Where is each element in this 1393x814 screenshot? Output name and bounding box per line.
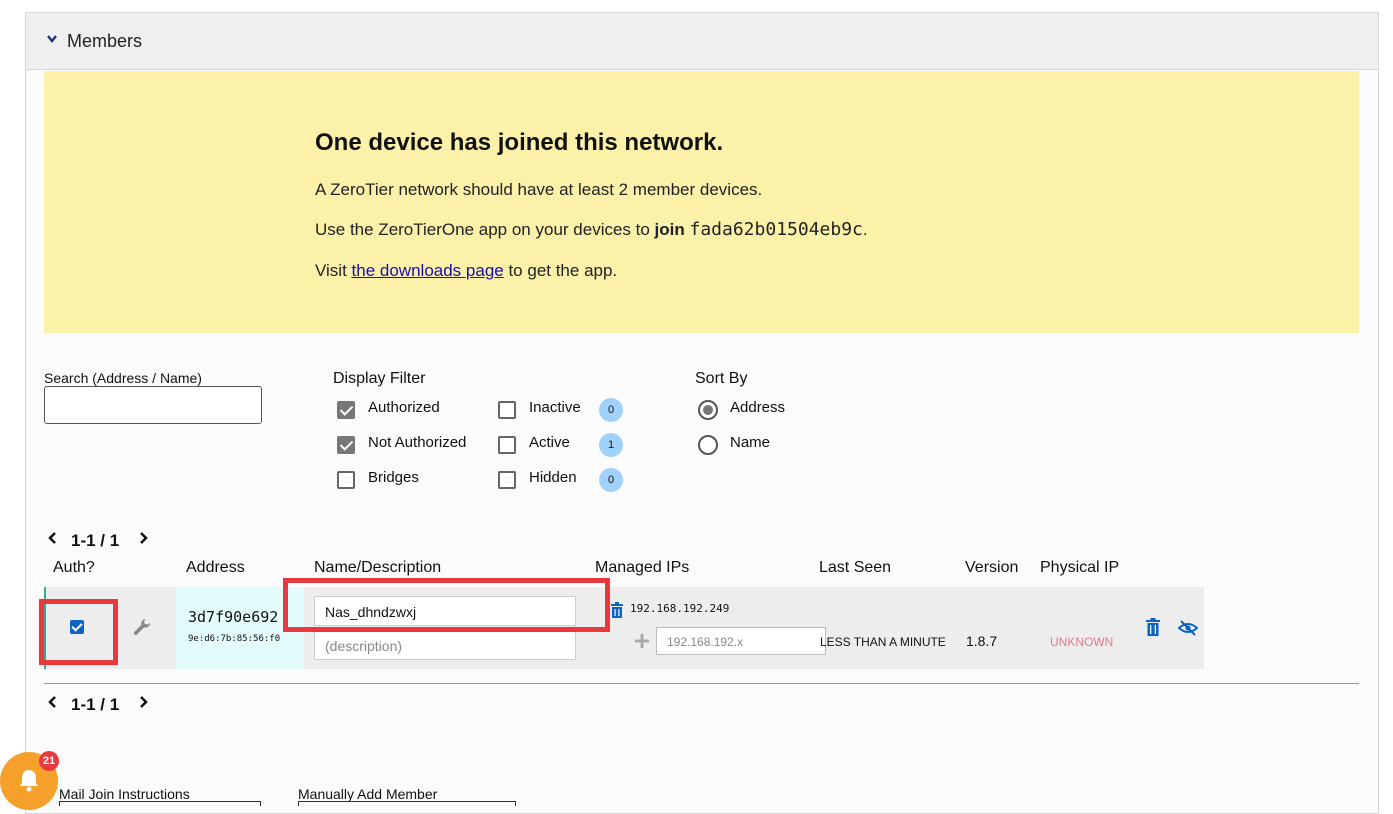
hide-member-icon[interactable] [1178, 620, 1198, 636]
not-authorized-checkbox[interactable] [337, 436, 355, 454]
col-last-seen: Last Seen [819, 559, 892, 576]
bell-icon [20, 770, 38, 792]
next-page-icon[interactable] [138, 532, 148, 544]
join-notice: One device has joined this network. A Ze… [44, 71, 1359, 333]
inactive-label: Inactive [529, 399, 581, 416]
bridges-checkbox[interactable] [337, 471, 355, 489]
last-seen: LESS THAN A MINUTE [820, 635, 946, 649]
network-id: fada62b01504eb9c [689, 219, 863, 240]
pager-top: 1-1 / 1 [71, 531, 120, 550]
section-title: Members [67, 31, 143, 51]
notice-line-1: A ZeroTier network should have at least … [315, 180, 763, 199]
col-name: Name/Description [314, 559, 442, 576]
col-auth: Auth? [53, 559, 95, 576]
notification-count-badge: 21 [39, 751, 59, 771]
active-count-badge: 1 [599, 433, 623, 457]
physical-ip: UNKNOWN [1050, 635, 1114, 649]
new-ip-input[interactable]: 192.168.192.x [656, 627, 826, 655]
chevron-down-icon [47, 35, 57, 44]
trash-ip-icon[interactable] [610, 602, 624, 618]
member-mac: 9e:d6:7b:85:56:f0 [188, 634, 281, 644]
hidden-count-badge: 0 [599, 468, 623, 492]
members-section-header[interactable]: Members [26, 13, 1378, 70]
plus-icon[interactable] [634, 633, 650, 649]
wrench-icon[interactable] [132, 617, 152, 637]
authorized-checkbox[interactable] [337, 401, 355, 419]
join-keyword: join [654, 220, 685, 239]
managed-ip: 192.168.192.249 [630, 602, 730, 615]
col-version: Version [965, 559, 1019, 576]
notice-line-3-prefix: Visit [315, 261, 352, 280]
member-address: 3d7f90e692 [188, 608, 279, 626]
prev-page-icon[interactable] [48, 532, 58, 544]
sort-name-radio[interactable] [698, 435, 718, 455]
hidden-label: Hidden [529, 469, 577, 486]
sort-address-radio[interactable] [698, 400, 718, 420]
members-panel: Members One device has joined this netwo… [25, 12, 1379, 814]
name-highlight [283, 578, 610, 632]
member-description-input[interactable]: (description) [314, 630, 576, 660]
sort-by-title: Sort By [695, 370, 748, 387]
downloads-link[interactable]: the downloads page [352, 261, 504, 280]
col-physical-ip: Physical IP [1040, 559, 1120, 576]
bridges-label: Bridges [368, 469, 419, 486]
search-label: Search (Address / Name) [44, 370, 202, 386]
not-authorized-label: Not Authorized [368, 434, 467, 451]
search-input[interactable] [44, 386, 262, 424]
mail-join-label: Mail Join Instructions [59, 786, 190, 802]
notice-line-2: Use the ZeroTierOne app on your devices … [315, 219, 868, 240]
prev-page-bottom-icon[interactable] [48, 696, 58, 708]
inactive-checkbox[interactable] [498, 401, 516, 419]
notice-heading: One device has joined this network. [315, 129, 724, 156]
display-filter-title: Display Filter [333, 370, 426, 387]
notice-line-2-prefix: Use the ZeroTierOne app on your devices … [315, 220, 655, 239]
member-version: 1.8.7 [966, 633, 998, 649]
table-divider [44, 683, 1359, 684]
active-label: Active [529, 434, 570, 451]
sort-name-label: Name [730, 434, 771, 451]
col-address: Address [186, 559, 245, 576]
table-row: 3d7f90e692 9e:d6:7b:85:56:f0 Nas_dhndzwx… [44, 587, 1204, 669]
manual-add-label: Manually Add Member [298, 786, 438, 802]
delete-member-icon[interactable] [1145, 618, 1161, 636]
sort-address-label: Address [730, 399, 786, 416]
col-managed-ips: Managed IPs [595, 559, 690, 576]
inactive-count-badge: 0 [599, 398, 623, 422]
notice-line-3-suffix: to get the app. [503, 261, 618, 280]
next-page-bottom-icon[interactable] [138, 696, 148, 708]
notice-line-2-suffix: . [862, 220, 868, 239]
authorized-label: Authorized [368, 399, 440, 416]
pager-bottom: 1-1 / 1 [71, 695, 120, 714]
hidden-checkbox[interactable] [498, 471, 516, 489]
notice-line-3: Visit the downloads page to get the app. [315, 261, 617, 281]
active-checkbox[interactable] [498, 436, 516, 454]
auth-highlight [39, 599, 118, 665]
